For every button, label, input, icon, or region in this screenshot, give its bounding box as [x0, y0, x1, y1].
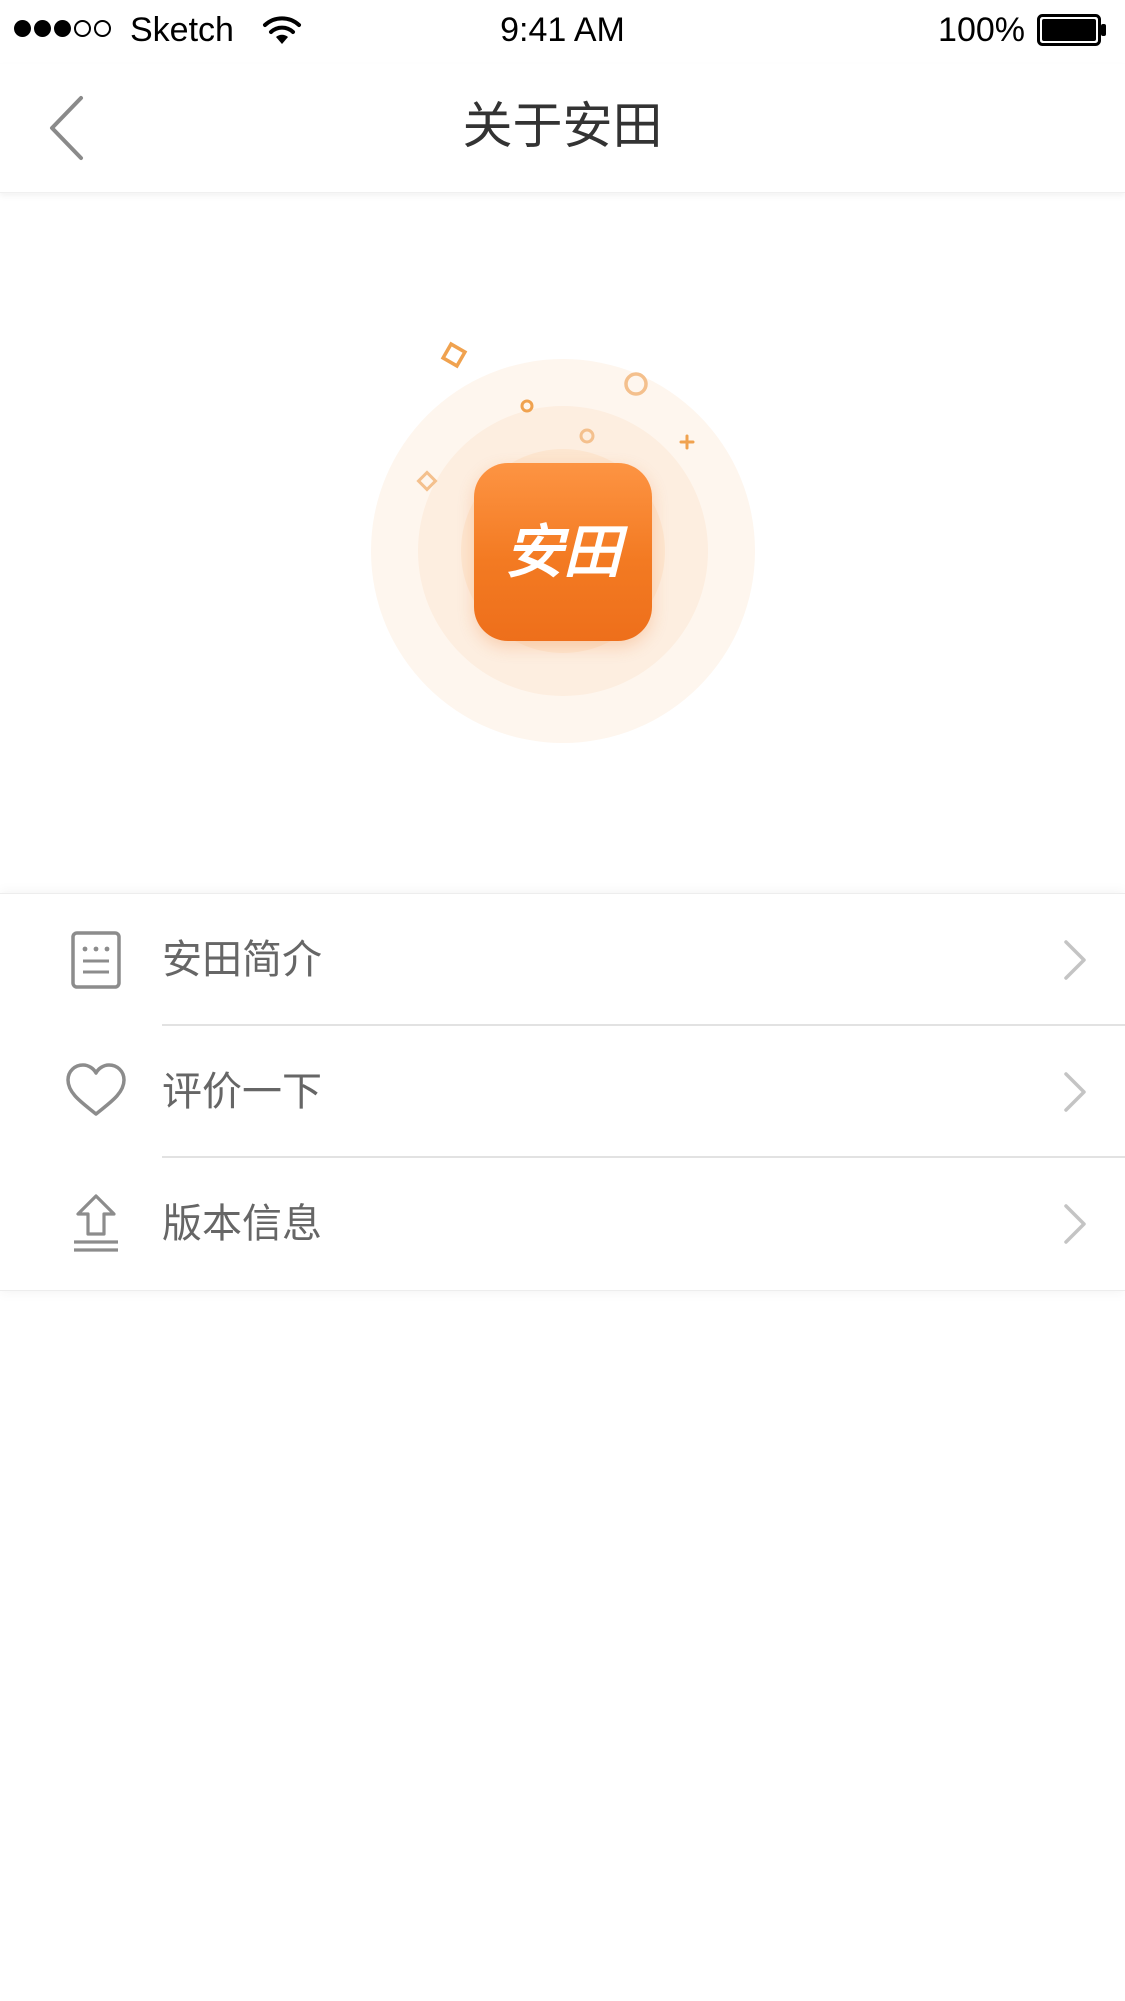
- status-bar: Sketch 9:41 AM 100%: [0, 0, 1125, 64]
- battery-percent: 100%: [938, 11, 1025, 49]
- upload-icon: [74, 1194, 118, 1252]
- about-screen: Sketch 9:41 AM 100% 关于安田 安田 安田简介 评价一下 版本…: [0, 0, 1125, 2001]
- heart-icon: [66, 1063, 126, 1116]
- nav-bar: 关于安田: [0, 64, 1125, 193]
- menu-item-intro[interactable]: 安田简介: [0, 894, 1125, 1026]
- diamond-sparkle-icon: [440, 341, 468, 369]
- battery-icon: [1037, 14, 1106, 46]
- chevron-right-icon: [1064, 1204, 1086, 1244]
- menu-item-version[interactable]: 版本信息: [0, 1158, 1125, 1290]
- menu-item-rate[interactable]: 评价一下: [0, 1026, 1125, 1158]
- logo-text: 安田: [504, 518, 621, 586]
- page-title: 关于安田: [462, 97, 663, 155]
- menu-item-label: 版本信息: [162, 1201, 322, 1247]
- document-icon: [71, 931, 121, 989]
- app-logo: 安田: [474, 463, 652, 641]
- menu-item-label: 安田简介: [162, 937, 322, 983]
- menu-list: 安田简介 评价一下 版本信息: [0, 893, 1125, 1291]
- chevron-right-icon: [1064, 940, 1086, 980]
- menu-item-label: 评价一下: [162, 1069, 322, 1115]
- chevron-right-icon: [1064, 1072, 1086, 1112]
- hero-section: 安田: [0, 193, 1125, 893]
